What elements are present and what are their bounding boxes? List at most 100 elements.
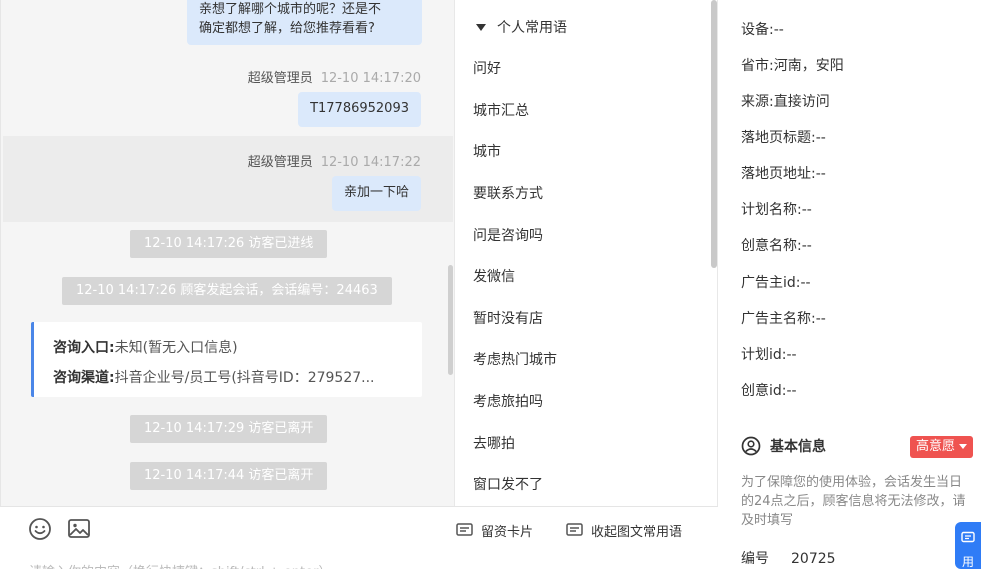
info-field-landing-url: 落地页地址:-- [741,163,826,183]
quick-phrase-panel: 个人常用语 问好 城市汇总 城市 要联系方式 问是咨询吗 发微信 暂时没有店 考… [454,0,718,506]
field-label: 落地页标题: [741,130,816,146]
system-notice: 12-10 14:17:26 顾客发起会话，会话编号：24463 [62,277,392,305]
image-icon[interactable] [67,517,91,541]
intent-badge-label: 高意愿 [916,439,956,454]
consult-info-card: 咨询入口:未知(暂无入口信息) 咨询渠道:抖音企业号/员工号(抖音号ID：279… [31,322,422,397]
chat-icon [961,531,975,543]
message-bubble: 亲加一下哈 [331,176,421,211]
info-field-creative-name: 创意名称:-- [741,235,812,255]
info-field-plan-name: 计划名称:-- [741,199,812,219]
info-field-landing-title: 落地页标题:-- [741,127,826,147]
field-value: -- [773,22,784,38]
caret-down-icon [476,23,486,31]
phrase-item[interactable]: 城市汇总 [473,100,529,120]
field-label: 创意名称: [741,238,802,254]
system-notice: 12-10 14:17:29 访客已离开 [130,415,328,443]
consult-channel-row: 咨询渠道:抖音企业号/员工号(抖音号ID：279527... [53,363,422,393]
message-input[interactable]: 请输入你的内容（换行快捷键：shift/ctrl + enter） [29,561,332,569]
message-text: T17786952093 [310,101,409,116]
user-circle-icon [741,436,761,456]
consult-channel-label: 咨询渠道: [53,370,115,386]
field-value: -- [815,130,826,146]
consult-entry-label: 咨询入口: [53,340,115,356]
system-notice: 12-10 14:17:26 访客已进线 [130,230,328,258]
info-field-source: 来源:直接访问 [741,91,830,111]
message-time: 12-10 14:17:20 [320,71,421,86]
basic-info-header: 基本信息 [741,436,826,456]
phrase-item[interactable]: 发微信 [473,266,515,286]
field-value: -- [801,202,812,218]
field-label: 省市: [741,58,774,74]
field-label: 计划id: [741,347,787,363]
lead-card-label: 留资卡片 [481,525,534,540]
consult-entry-row: 咨询入口:未知(暂无入口信息) [53,333,422,363]
message-icon [566,523,583,536]
phrase-item[interactable]: 暂时没有店 [473,308,543,328]
chat-scrollbar[interactable] [448,265,453,375]
message-bubble: T17786952093 [298,92,421,127]
id-label: 编号 [741,551,769,567]
consult-channel-value: 抖音企业号/员工号(抖音号ID：279527... [114,370,375,386]
field-label: 计划名称: [741,202,802,218]
system-notice: 12-10 14:17:44 访客已离开 [130,462,328,490]
message-text: 亲加一下哈 [343,185,409,200]
field-value: -- [815,166,826,182]
phrase-item[interactable]: 去哪拍 [473,433,515,453]
phrase-item[interactable]: 问是咨询吗 [473,225,543,245]
customer-info-panel: 设备:-- 省市:河南，安阳 来源:直接访问 落地页标题:-- 落地页地址:--… [719,0,981,569]
field-value: -- [800,275,811,291]
intent-badge[interactable]: 高意愿 [910,436,974,458]
phrase-item[interactable]: 问好 [473,58,501,78]
info-field-region: 省市:河南，安阳 [741,55,844,75]
phrase-item[interactable]: 要联系方式 [473,183,543,203]
basic-info-title: 基本信息 [770,439,826,455]
field-label: 设备: [741,22,774,38]
phrase-group-header[interactable]: 个人常用语 [476,17,567,37]
lead-card-button[interactable]: 留资卡片 [456,521,533,540]
field-label: 落地页地址: [741,166,816,182]
collapse-phrases-button[interactable]: 收起图文常用语 [566,521,682,540]
info-field-advertiser-id: 广告主id:-- [741,272,811,292]
app-root: 亲想了解哪个城市的呢？还是不 确定都想了解，给您推荐看看? 超级管理员 12-10… [0,0,981,569]
sender-name: 超级管理员 [247,155,313,170]
floating-service-button[interactable]: 用 [955,522,981,569]
field-label: 广告主id: [741,275,801,291]
phrase-item[interactable]: 窗口发不了 [473,474,543,494]
collapse-phrases-label: 收起图文常用语 [591,525,683,540]
message-text: 确定都想了解，给您推荐看看? [199,21,375,36]
id-value: 20725 [791,551,836,567]
field-label: 来源: [741,94,774,110]
input-area: 留资卡片 收起图文常用语 请输入你的内容（换行快捷键：shift/ctrl + … [0,506,718,569]
info-field-device: 设备:-- [741,19,784,39]
field-value: -- [815,311,826,327]
message-meta: 超级管理员 12-10 14:17:20 [248,67,421,86]
customer-id-row: 编号 20725 [741,548,836,568]
card-icon [456,523,473,536]
field-value: 河南，安阳 [773,58,844,74]
phrase-item[interactable]: 考虑热门城市 [473,349,557,369]
phrase-group-title: 个人常用语 [497,20,567,36]
message-meta: 超级管理员 12-10 14:17:22 [248,151,421,170]
info-field-advertiser-name: 广告主名称:-- [741,308,826,328]
field-value: -- [801,238,812,254]
field-value: -- [786,383,797,399]
phrase-item[interactable]: 城市 [473,141,501,161]
smile-icon[interactable] [28,517,52,541]
field-value: -- [786,347,797,363]
info-field-creative-id: 创意id:-- [741,380,797,400]
field-label: 广告主名称: [741,311,816,327]
message-bubble: 亲想了解哪个城市的呢？还是不 确定都想了解，给您推荐看看? [187,0,422,45]
message-time: 12-10 14:17:22 [320,155,421,170]
chat-panel[interactable]: 亲想了解哪个城市的呢？还是不 确定都想了解，给您推荐看看? 超级管理员 12-10… [0,0,454,569]
field-value: 直接访问 [773,94,830,110]
field-label: 创意id: [741,383,787,399]
phrase-item[interactable]: 考虑旅拍吗 [473,391,543,411]
message-text: 亲想了解哪个城市的呢？还是不 [199,2,382,17]
floating-button-label: 用 [961,555,974,569]
sender-name: 超级管理员 [247,71,313,86]
info-field-plan-id: 计划id:-- [741,344,797,364]
phrase-scrollbar[interactable] [711,0,717,268]
consult-entry-value: 未知(暂无入口信息) [114,340,238,356]
caret-down-icon [959,444,968,449]
info-notice: 为了保障您的使用体验，会话发生当日的24点之后，顾客信息将无法修改，请及时填写 [741,475,966,528]
